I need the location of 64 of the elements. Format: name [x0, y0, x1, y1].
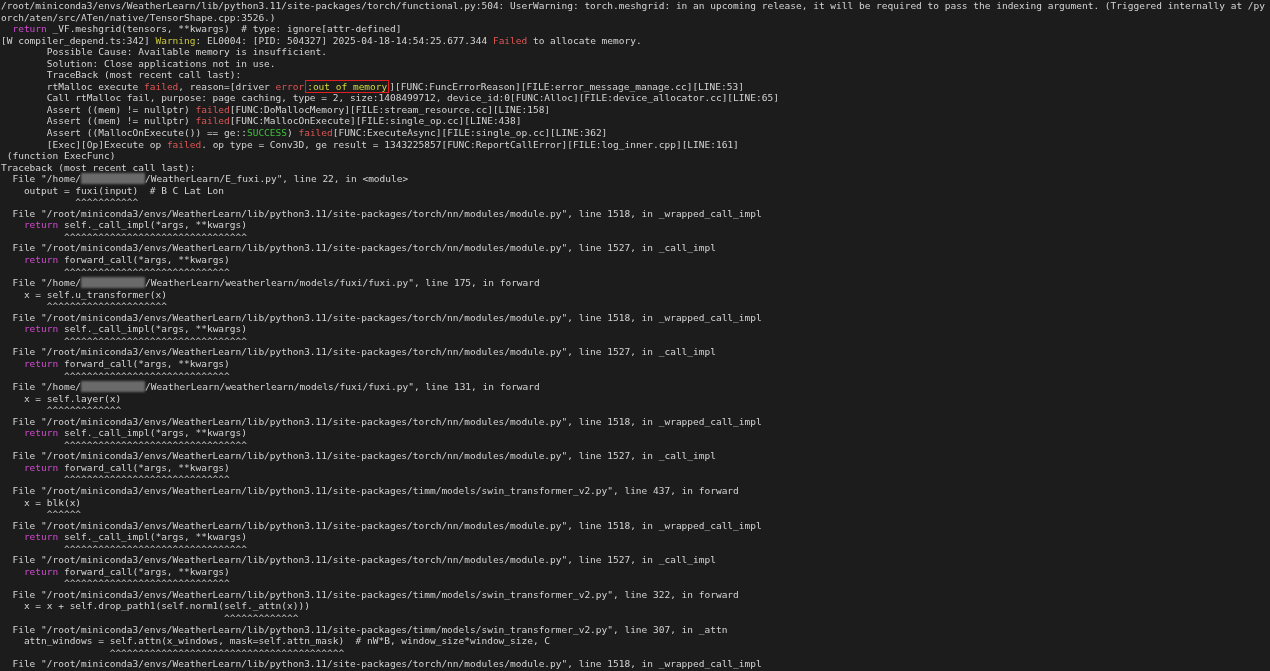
- log-line: /root/miniconda3/envs/WeatherLearn/lib/python3.11/site-packages/torch/functional.py:504: UserWarning: torch.meshgrid: in an upcoming release, it will be required to pass the indexing argument. (Triggered internally at /py: [1, 0, 1265, 12]
- caret-markers: ^^^^^^^^^^^: [74, 196, 139, 208]
- code-line: return self._call_impl(*args, **kwargs): [22, 531, 247, 543]
- caret-markers: ^^^^^^^^^^^^^: [45, 404, 122, 416]
- caret-markers: ^^^^^^^^^^^^^^^^^^^^^^^^^^^^^^^^: [62, 334, 247, 347]
- code-line: return forward_call(*args, **kwargs): [22, 565, 230, 578]
- traceback-file-line: File "/root/miniconda3/envs/WeatherLearn/lib/python3.11/site-packages/torch/nn/modules/module.py", line 1518, in _wrapped_call_impl: [11, 415, 762, 428]
- code-line: return forward_call(*args, **kwargs): [22, 461, 230, 474]
- file-path-text: /WeatherLearn/weatherlearn/models/fuxi/fuxi.py", line 175, in forward: [145, 277, 540, 289]
- traceback-file-line: File "/root/miniconda3/envs/WeatherLearn/lib/python3.11/site-packages/torch/nn/modules/module.py", line 1518, in _wrapped_call_impl: [11, 658, 762, 670]
- caret-markers: ^^^^^^^^^^^^^: [223, 612, 299, 624]
- traceback-file-line: File "/root/miniconda3/envs/WeatherLearn/lib/python3.11/site-packages/torch/nn/modules/module.py", line 1527, in _call_impl: [11, 554, 716, 566]
- traceback-file-line: File "/root/miniconda3/envs/WeatherLearn/lib/python3.11/site-packages/torch/nn/modules/module.py", line 1518, in _wrapped_call_impl: [11, 207, 762, 220]
- traceback-file-line: File "/root/miniconda3/envs/WeatherLearn/lib/python3.11/site-packages/torch/nn/modules/module.py", line 1518, in _wrapped_call_impl: [11, 311, 762, 324]
- log-line: [Exec][Op]Execute op failed. op type = Conv3D, ge result = 1343225857[FUNC:ReportCallError][FILE:log_inner.cpp][LINE:161]: [45, 138, 739, 151]
- log-line: rtMalloc execute failed, reason=[driver error :out of memory ][FUNC:FuncErrorReason][FILE:error_message_manage.cc][LINE:53]: [45, 80, 744, 93]
- caret-markers: ^^^^^^^^^^^^^^^^^^^^^^^^^^^^^^^^: [62, 438, 247, 451]
- caret-markers: ^^^^^^: [45, 508, 82, 520]
- log-line: Call rtMalloc fail, purpose: page caching, type = 2, size:1408499712, device_id:0[FUNC:Alloc][FILE:device_allocator.cc][LINE:65]: [45, 92, 779, 104]
- caret-markers: ^^^^^^^^^^^^^^^^^^^^^^^^^^^^^: [62, 473, 230, 485]
- code-line: output = fuxi(input) # B C Lat Lon: [22, 184, 225, 197]
- code-line: return self._call_impl(*args, **kwargs): [22, 323, 247, 335]
- log-line: return _VF.meshgrid(tensors, **kwargs) # type: ignore[attr-defined]: [11, 23, 402, 35]
- log-line: Traceback (most recent call last):: [1, 161, 196, 174]
- redacted-block: [81, 173, 146, 185]
- code-line: attn_windows = self.attn(x_windows, mask=self.attn_mask) # nW*B, window_size*window_size, C: [22, 635, 551, 647]
- log-line: Assert ((MallocOnExecute()) == ge::SUCCESS) failed[FUNC:ExecuteAsync][FILE:single_op.cc][LINE:362]: [45, 127, 608, 139]
- traceback-file-line: File "/root/miniconda3/envs/WeatherLearn/lib/python3.11/site-packages/torch/nn/modules/module.py", line 1527, in _call_impl: [11, 242, 716, 255]
- traceback-file-line: File "/root/miniconda3/envs/WeatherLearn/lib/python3.11/site-packages/timm/models/swin_transformer_v2.py", line 307, in _attn: [11, 623, 728, 636]
- log-line: orch/aten/src/ATen/native/TensorShape.cpp:3526.): [1, 11, 276, 24]
- code-line: return forward_call(*args, **kwargs): [22, 357, 230, 370]
- code-line: x = blk(x): [22, 496, 82, 509]
- caret-markers: ^^^^^^^^^^^^^^^^^^^^^^^^^^^^^^^^: [62, 542, 247, 555]
- log-line: [W compiler_depend.ts:342] Warning: EL0004: [PID: 504327] 2025-04-18-14:54:25.677.344 Failed to allocate memory.: [1, 34, 642, 47]
- caret-markers: ^^^^^^^^^^^^^^^^^^^^^^^^^^^^^: [62, 577, 230, 589]
- log-line: TraceBack (most recent call last):: [45, 69, 242, 81]
- traceback-file-line: File "/root/miniconda3/envs/WeatherLearn/lib/python3.11/site-packages/torch/nn/modules/module.py", line 1527, in _call_impl: [11, 346, 716, 358]
- caret-markers: ^^^^^^^^^^^^^^^^^^^^^^^^^^^^^^^^^^^^^^^^^: [108, 646, 345, 659]
- traceback-file-line: File "/root/miniconda3/envs/WeatherLearn/lib/python3.11/site-packages/timm/models/swin_transformer_v2.py", line 322, in forward: [11, 588, 739, 601]
- caret-markers: ^^^^^^^^^^^^^^^^^^^^^^^^^^^^^^^^: [62, 230, 247, 243]
- traceback-file-line: File "/root/miniconda3/envs/WeatherLearn/lib/python3.11/site-packages/torch/nn/modules/module.py", line 1527, in _call_impl: [11, 450, 716, 462]
- log-line: Assert ((mem) != nullptr) failed[FUNC:DoMallocMemory][FILE:stream_resource.cc][LINE:158]: [45, 103, 551, 116]
- file-path-text: File "/home/: [11, 173, 82, 185]
- log-line: Possible Cause: Available memory is insufficient.: [45, 46, 327, 58]
- code-line: return self._call_impl(*args, **kwargs): [22, 427, 247, 439]
- log-line: Assert ((mem) != nullptr) failed[FUNC:MallocOnExecute][FILE:single_op.cc][LINE:438]: [45, 115, 522, 127]
- code-line: x = x + self.drop_path1(self.norm1(self._attn(x))): [22, 600, 310, 612]
- code-line: x = self.layer(x): [22, 392, 122, 405]
- code-line: return forward_call(*args, **kwargs): [22, 254, 230, 266]
- file-path-text: File "/home/: [11, 277, 82, 289]
- caret-markers: ^^^^^^^^^^^^^^^^^^^^^^^^^^^^^: [62, 369, 230, 382]
- file-path-text: /WeatherLearn/weatherlearn/models/fuxi/fuxi.py", line 131, in forward: [145, 381, 540, 393]
- traceback-file-line: File "/root/miniconda3/envs/WeatherLearn/lib/python3.11/site-packages/timm/models/swin_transformer_v2.py", line 437, in forward: [11, 484, 739, 497]
- caret-markers: ^^^^^^^^^^^^^^^^^^^^^: [45, 300, 167, 312]
- log-line: Solution: Close applications not in use.: [45, 57, 276, 70]
- code-line: x = self.u_transformer(x): [22, 288, 167, 301]
- code-line: return self._call_impl(*args, **kwargs): [22, 219, 247, 231]
- caret-markers: ^^^^^^^^^^^^^^^^^^^^^^^^^^^^^: [62, 265, 230, 278]
- redacted-block: [81, 381, 146, 393]
- file-path-text: /WeatherLearn/E_fuxi.py", line 22, in <module>: [145, 173, 409, 185]
- traceback-file-line: File "/root/miniconda3/envs/WeatherLearn/lib/python3.11/site-packages/torch/nn/modules/module.py", line 1518, in _wrapped_call_impl: [11, 519, 762, 532]
- redacted-block: [81, 277, 146, 289]
- log-line: (function ExecFunc): [5, 150, 116, 162]
- file-path-text: File "/home/: [11, 381, 82, 393]
